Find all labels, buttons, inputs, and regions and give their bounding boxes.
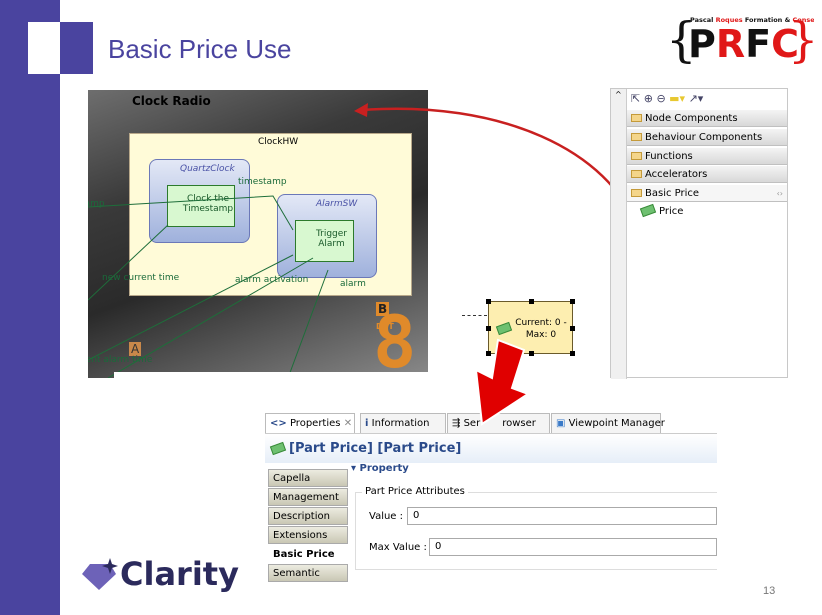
side-tab-extensions[interactable]: Extensions: [268, 526, 348, 544]
svg-text:PRFC: PRFC: [688, 22, 799, 65]
group-title: Part Price Attributes: [362, 486, 468, 497]
palette-category-accelerators[interactable]: Accelerators: [627, 166, 787, 183]
info-icon: i: [365, 418, 369, 429]
close-icon[interactable]: ✕: [344, 418, 352, 429]
attributes-group: [355, 492, 717, 570]
value-input[interactable]: 0: [407, 507, 717, 525]
folder-icon: [631, 170, 642, 178]
palette-category-node-components[interactable]: Node Components: [627, 110, 787, 127]
note-icon[interactable]: ▬▾: [669, 92, 685, 105]
tab-viewpoint-manager[interactable]: ▣ Viewpoint Manager: [551, 413, 665, 433]
money-icon: [269, 441, 287, 456]
dashed-link: [462, 315, 487, 316]
palette-toolbar[interactable]: ⇱ ⊕ ⊖ ▬▾ ↗▾: [627, 89, 787, 109]
folder-icon: [631, 152, 642, 160]
zoom-out-icon[interactable]: ⊖: [656, 92, 665, 105]
folder-icon: [631, 114, 642, 122]
money-icon: [495, 321, 513, 336]
category-label: Basic Price: [645, 188, 700, 199]
folder-icon: [631, 133, 642, 141]
pin-icon[interactable]: ‹›: [777, 185, 783, 202]
properties-header: [Part Price] [Part Price]: [265, 433, 717, 463]
palette-tool-price[interactable]: Price: [639, 203, 684, 218]
tab-label: Properties: [289, 418, 341, 429]
tab-information[interactable]: i Information: [360, 413, 446, 433]
lower-diagram-box: [114, 372, 428, 378]
prfc-logo: { } Pascal Roques Formation & Conseil PR…: [666, 12, 814, 65]
category-label: Accelerators: [645, 169, 708, 180]
select-tool-icon[interactable]: ⇱: [631, 92, 640, 105]
zoom-in-icon[interactable]: ⊕: [644, 92, 653, 105]
palette-panel: ^ ⇱ ⊕ ⊖ ▬▾ ↗▾ Node Components Behaviour …: [610, 88, 788, 379]
folder-icon: [631, 189, 642, 197]
palette-category-functions[interactable]: Functions: [627, 148, 787, 165]
tool-label: Price: [659, 206, 684, 217]
money-icon: [639, 203, 657, 218]
value-label: Value :: [369, 511, 404, 522]
slide-title: Basic Price Use: [108, 34, 292, 64]
viewpoint-icon: ▣: [556, 418, 566, 429]
section-title: Property: [359, 463, 409, 474]
side-tab-basic-price[interactable]: Basic Price: [268, 545, 348, 563]
decor-square-purple: [60, 22, 93, 74]
link-icon[interactable]: ↗▾: [689, 92, 704, 105]
side-tab-management[interactable]: Management: [268, 488, 348, 506]
browser-icon: ⇶: [452, 418, 461, 429]
section-property[interactable]: ▾ Property: [351, 463, 409, 474]
category-label: Functions: [645, 151, 693, 162]
palette-category-behaviour-components[interactable]: Behaviour Components: [627, 129, 787, 146]
collapse-icon: ▾: [351, 463, 357, 474]
side-tab-capella[interactable]: Capella: [268, 469, 348, 487]
tab-label: Viewpoint Manager: [568, 418, 665, 429]
red-arrow-to-diagram: [354, 103, 640, 231]
max-value-label: Max Value :: [369, 542, 427, 553]
decor-square-white: [28, 22, 60, 74]
category-label: Behaviour Components: [645, 132, 763, 143]
max-value-input[interactable]: 0: [429, 538, 717, 556]
page-number: 13: [763, 585, 776, 597]
properties-icon: <>: [270, 418, 287, 429]
price-text-line1: Current: 0 -: [515, 318, 567, 328]
tab-properties[interactable]: <> Properties ✕: [265, 413, 355, 433]
side-tab-semantic[interactable]: Semantic: [268, 564, 348, 582]
properties-view: <> Properties ✕ i Information ⇶ Ser rowse…: [265, 413, 717, 583]
palette-scrollbar[interactable]: ^: [611, 89, 627, 379]
red-arrow-down: [474, 338, 531, 426]
category-label: Node Components: [645, 113, 738, 124]
tab-label: Information: [371, 418, 430, 429]
side-tab-description[interactable]: Description: [268, 507, 348, 525]
palette-category-basic-price[interactable]: Basic Price ‹›: [627, 185, 787, 202]
clarity-logo-text: Clarity: [120, 555, 239, 593]
header-title: [Part Price] [Part Price]: [289, 441, 462, 456]
left-brand-bar: [0, 0, 60, 615]
clarity-diamond-icon: [82, 558, 118, 590]
